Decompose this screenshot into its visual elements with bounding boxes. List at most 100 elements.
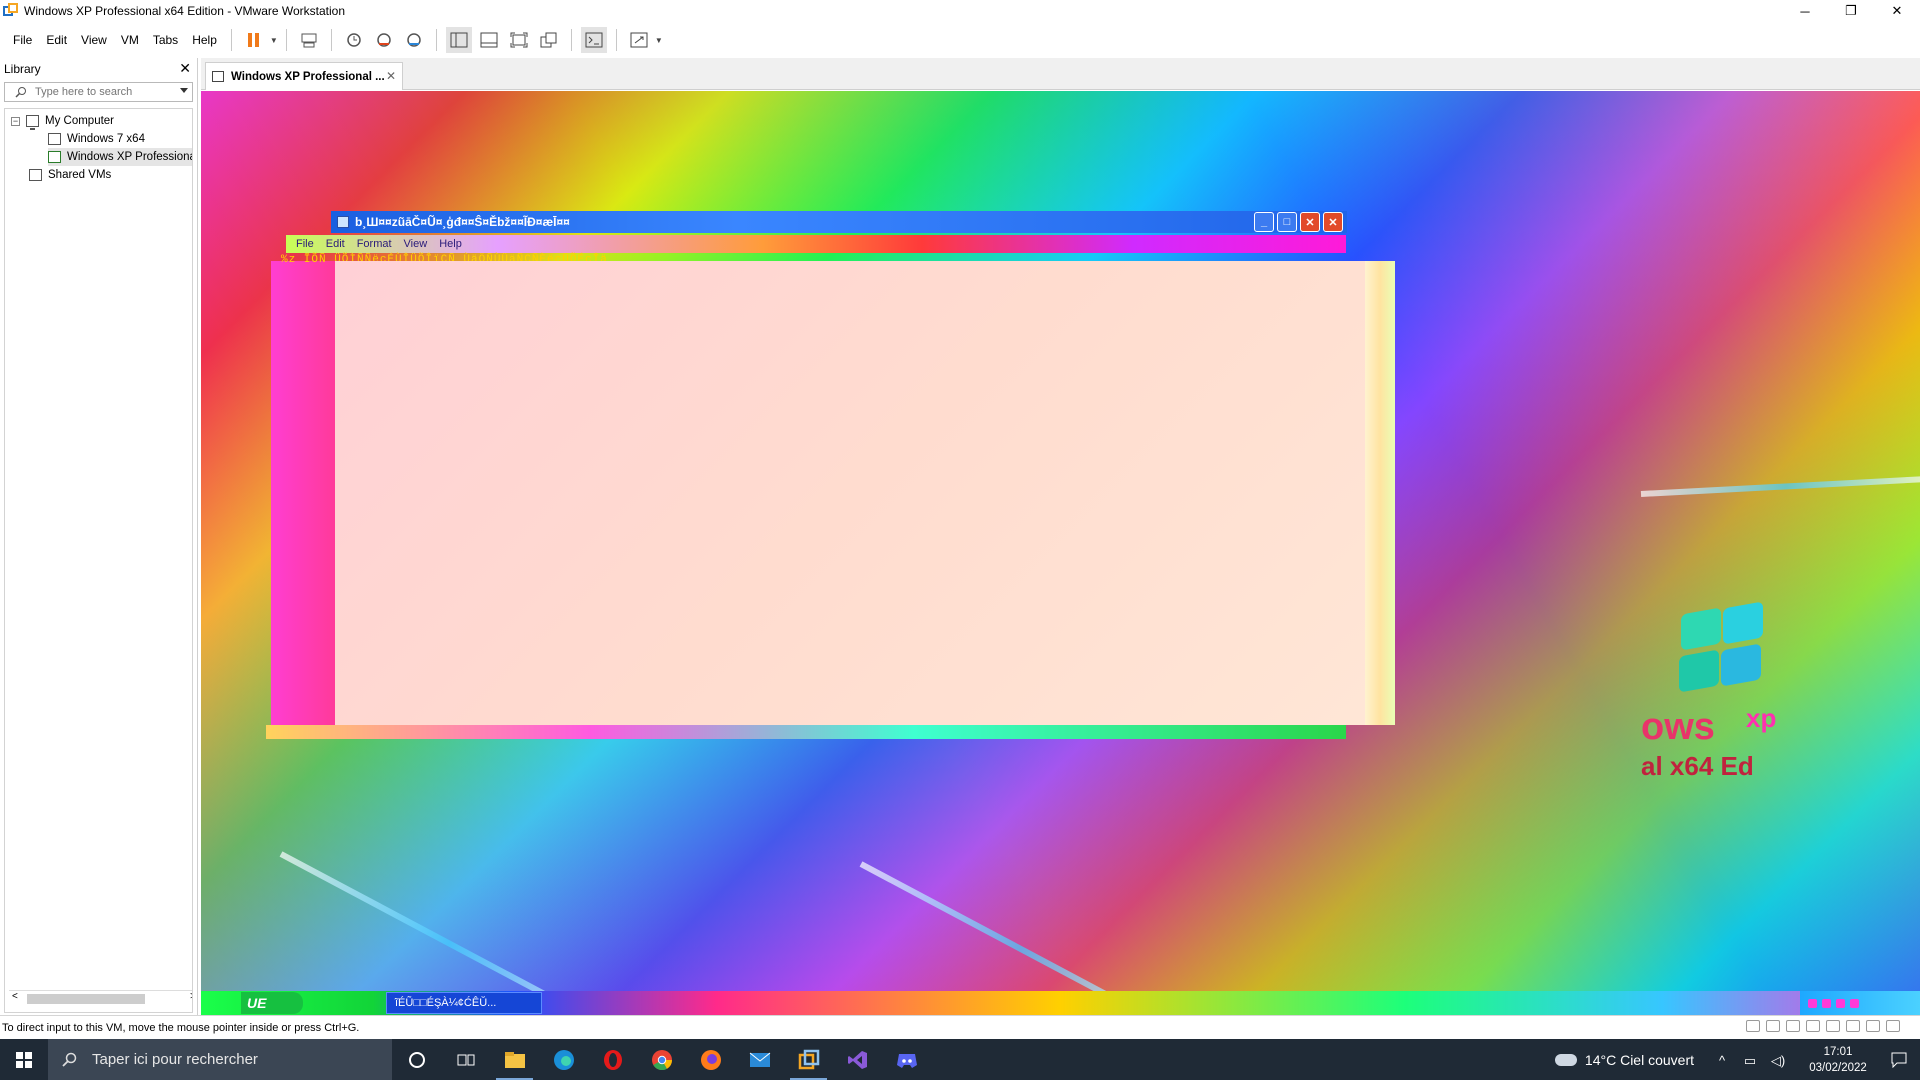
- guest-notepad-titlebar[interactable]: b¸Ш¤¤zũāČ¤Ũ¤¸ģđ¤¤Ŝ¤Ěbž¤¤ĨĐ¤æĪ¤¤ _ □ ✕ ✕: [331, 211, 1347, 233]
- weather-widget[interactable]: 14°C Ciel couvert: [1554, 1051, 1694, 1068]
- opera-icon[interactable]: [588, 1039, 637, 1080]
- volume-icon[interactable]: ◁): [1770, 1053, 1786, 1068]
- vmware-app-icon: [3, 3, 19, 19]
- restore-button[interactable]: ❐: [1828, 0, 1874, 22]
- tree-item-shared-vms[interactable]: Shared VMs: [29, 166, 111, 184]
- file-explorer-icon[interactable]: [490, 1039, 539, 1080]
- unity-icon[interactable]: [536, 27, 562, 53]
- chevron-up-icon[interactable]: ^: [1714, 1053, 1730, 1068]
- revert-snapshot-icon[interactable]: [371, 27, 397, 53]
- guest-menu-file[interactable]: File: [290, 238, 320, 250]
- windows-start-icon[interactable]: [0, 1039, 48, 1080]
- pause-icon[interactable]: [241, 27, 267, 53]
- guest-menu-edit[interactable]: Edit: [320, 238, 351, 250]
- snapshot-icon[interactable]: [341, 27, 367, 53]
- windows-xp-logo: [1651, 601, 1763, 701]
- stretch-dropdown-icon[interactable]: ▼: [654, 27, 664, 53]
- search-dropdown-icon[interactable]: [180, 88, 188, 93]
- discord-icon[interactable]: [882, 1039, 931, 1080]
- edge-icon[interactable]: [539, 1039, 588, 1080]
- console-icon[interactable]: [580, 27, 607, 53]
- guest-task-label: ĩÉŨ□□ÉŞÀ¼¢ĆÊŬ...: [395, 997, 497, 1009]
- library-scrollbar[interactable]: < >: [9, 990, 192, 1006]
- menu-vm[interactable]: VM: [114, 28, 146, 52]
- library-close-icon[interactable]: ✕: [179, 60, 191, 77]
- guest-maximize-button[interactable]: □: [1277, 212, 1297, 232]
- guest-close-button-ghost[interactable]: ✕: [1323, 212, 1343, 232]
- message-log-icon[interactable]: [1886, 1020, 1900, 1032]
- menu-view[interactable]: View: [74, 28, 114, 52]
- notification-icon[interactable]: [1878, 1052, 1920, 1068]
- weather-text: 14°C Ciel couvert: [1584, 1051, 1694, 1068]
- toolbar-separator: [435, 29, 437, 51]
- toolbar-separator: [330, 29, 332, 51]
- tab-windows-xp[interactable]: Windows XP Professional ... ✕: [205, 62, 403, 90]
- mail-icon[interactable]: [735, 1039, 784, 1080]
- firefox-icon[interactable]: [686, 1039, 735, 1080]
- guest-notepad-edit-area[interactable]: [335, 261, 1365, 725]
- cortana-icon[interactable]: [392, 1039, 441, 1080]
- shared-vms-icon: [29, 169, 42, 181]
- library-search-input[interactable]: [35, 86, 175, 98]
- fullscreen-icon[interactable]: [506, 27, 532, 53]
- chrome-icon[interactable]: [637, 1039, 686, 1080]
- guest-close-button[interactable]: ✕: [1300, 212, 1320, 232]
- guest-taskbar-item[interactable]: ĩÉŨ□□ÉŞÀ¼¢ĆÊŬ...: [386, 992, 542, 1014]
- cd-drive-icon[interactable]: [1766, 1020, 1780, 1032]
- tree-item-windows-7[interactable]: Windows 7 x64: [48, 130, 145, 148]
- tree-label: Windows 7 x64: [67, 133, 145, 145]
- taskbar-search[interactable]: Taper ici pour rechercher: [48, 1039, 392, 1080]
- vm-running-icon: [48, 151, 61, 163]
- network-icon[interactable]: [1806, 1020, 1820, 1032]
- guest-menu-format[interactable]: Format: [351, 238, 398, 250]
- menu-tabs[interactable]: Tabs: [146, 28, 185, 52]
- guest-start-button[interactable]: UE: [241, 992, 303, 1014]
- floppy-icon[interactable]: [1786, 1020, 1800, 1032]
- library-view-icon[interactable]: [445, 27, 472, 53]
- tray-icon[interactable]: [1808, 998, 1817, 1008]
- pause-dropdown-icon[interactable]: ▼: [269, 27, 279, 53]
- clock[interactable]: 17:01 03/02/2022: [1798, 1044, 1878, 1076]
- scroll-left-icon[interactable]: <: [12, 991, 18, 1002]
- visual-studio-icon[interactable]: [833, 1039, 882, 1080]
- guest-system-tray: [1800, 991, 1920, 1015]
- window-title: Windows XP Professional x64 Edition - VM…: [24, 4, 346, 18]
- network-icon[interactable]: ▭: [1742, 1053, 1758, 1068]
- windows-taskbar: Taper ici pour rechercher 14°C Ciel couv…: [0, 1039, 1920, 1080]
- guest-notepad-scroll-edge: [1365, 261, 1395, 725]
- sound-icon[interactable]: [1866, 1020, 1880, 1032]
- task-view-icon[interactable]: [441, 1039, 490, 1080]
- menu-edit[interactable]: Edit: [39, 28, 74, 52]
- guest-notepad-hscroll[interactable]: [266, 725, 1346, 739]
- menu-help[interactable]: Help: [185, 28, 224, 52]
- minimize-button[interactable]: ─: [1782, 0, 1828, 22]
- tree-item-my-computer[interactable]: − My Computer: [11, 112, 114, 130]
- tree-item-windows-xp[interactable]: Windows XP Professiona: [48, 148, 192, 166]
- tray-icon[interactable]: [1836, 998, 1845, 1008]
- hard-disk-icon[interactable]: [1746, 1020, 1760, 1032]
- tab-close-icon[interactable]: ✕: [386, 69, 396, 83]
- menu-file[interactable]: File: [6, 28, 39, 52]
- collapse-icon[interactable]: −: [11, 116, 20, 126]
- vm-display[interactable]: ows xp al x64 Ed b¸Ш¤¤zũāČ¤Ũ¤¸ģđ¤¤Ŝ¤Ěbž¤…: [201, 91, 1920, 1015]
- library-panel: Library ✕ − My Computer Windows 7 x64 Wi…: [0, 58, 198, 1015]
- thumbnail-view-icon[interactable]: [476, 27, 502, 53]
- send-keys-icon[interactable]: [296, 27, 322, 53]
- tray-icon[interactable]: [1822, 998, 1831, 1008]
- system-tray: 14°C Ciel couvert ^ ▭ ◁) 17:01 03/02/202…: [1554, 1039, 1920, 1080]
- clock-date: 03/02/2022: [1809, 1061, 1867, 1074]
- scroll-right-icon[interactable]: >: [190, 991, 192, 1002]
- printer-icon[interactable]: [1846, 1020, 1860, 1032]
- guest-menu-help[interactable]: Help: [433, 238, 468, 250]
- library-search[interactable]: [4, 82, 193, 102]
- scroll-thumb[interactable]: [27, 994, 145, 1004]
- menu-bar: File Edit View VM Tabs Help ▼ ▼: [0, 22, 1920, 58]
- close-button[interactable]: ✕: [1874, 0, 1920, 22]
- stretch-icon[interactable]: [626, 27, 652, 53]
- snapshot-manager-icon[interactable]: [401, 27, 427, 53]
- tray-icon[interactable]: [1850, 998, 1859, 1008]
- usb-icon[interactable]: [1826, 1020, 1840, 1032]
- guest-menu-view[interactable]: View: [398, 238, 434, 250]
- vmware-icon[interactable]: [784, 1039, 833, 1080]
- guest-minimize-button[interactable]: _: [1254, 212, 1274, 232]
